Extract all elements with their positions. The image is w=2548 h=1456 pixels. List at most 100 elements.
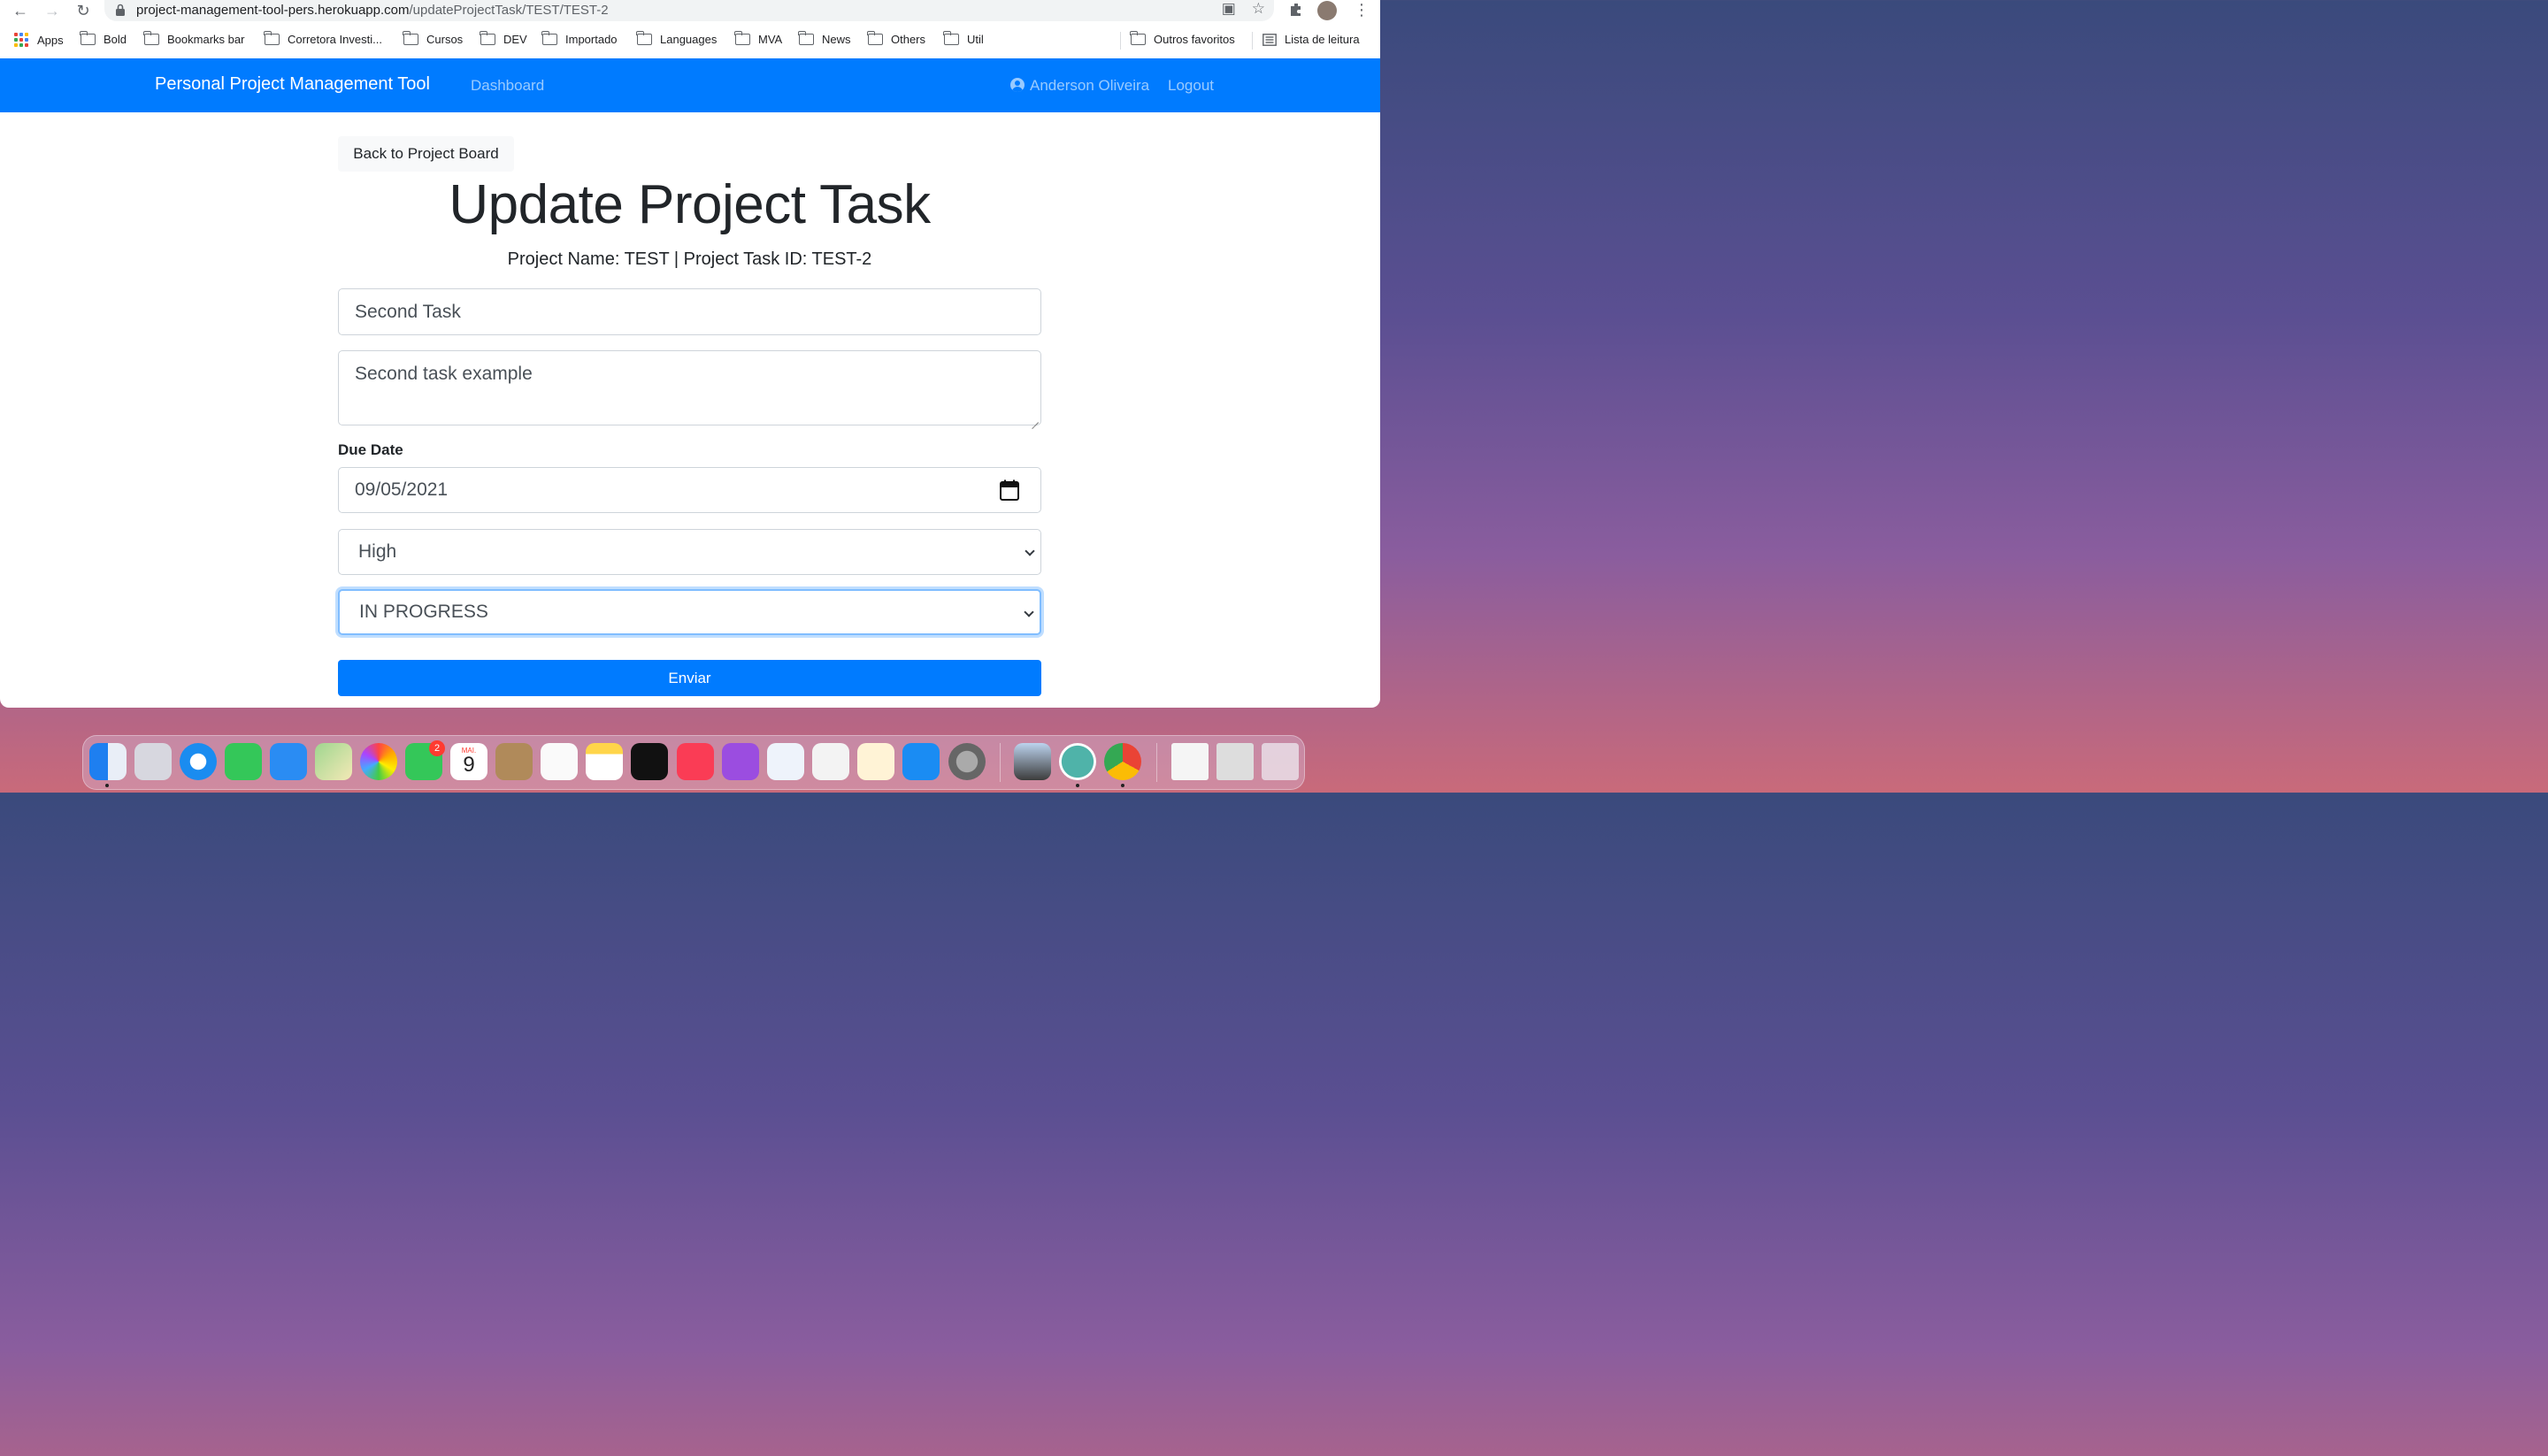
finder-icon[interactable]: [89, 743, 127, 780]
calendar-icon[interactable]: MAI. 9: [450, 743, 487, 780]
mail-icon[interactable]: [270, 743, 307, 780]
launchpad-icon[interactable]: [134, 743, 172, 780]
bookmark-folder-bookmarks-bar[interactable]: Bookmarks bar: [143, 31, 244, 46]
url-path: /updateProjectTask/TEST/TEST-2: [409, 2, 609, 18]
chevron-down-icon: [1024, 607, 1034, 617]
forward-arrow-icon[interactable]: →: [42, 1, 62, 20]
bookmark-folder-others[interactable]: Others: [867, 31, 925, 46]
trash-icon[interactable]: [1262, 743, 1299, 780]
bookmark-apps[interactable]: Apps: [14, 33, 64, 47]
bookmark-folder-bold[interactable]: Bold: [80, 31, 127, 46]
reload-icon[interactable]: ↻: [73, 1, 93, 20]
submit-button[interactable]: Enviar: [338, 660, 1041, 696]
folder-icon: [636, 31, 652, 45]
folder-icon: [1130, 31, 1146, 45]
numbers-icon[interactable]: [812, 743, 849, 780]
url-host: project-management-tool-pers.herokuapp.c…: [136, 2, 410, 18]
folder-icon: [867, 31, 883, 45]
priority-value: High: [358, 541, 397, 562]
translate-icon[interactable]: ▣: [1222, 0, 1236, 18]
chrome-icon[interactable]: [1104, 743, 1141, 780]
bookmark-folder-outros-favoritos[interactable]: Outros favoritos: [1130, 31, 1235, 46]
brand-link[interactable]: Personal Project Management Tool: [155, 74, 430, 95]
preview-icon[interactable]: [1014, 743, 1051, 780]
system-preferences-icon[interactable]: [948, 743, 986, 780]
safari-icon[interactable]: [180, 743, 217, 780]
folder-icon: [943, 31, 959, 45]
bookmark-folder-languages[interactable]: Languages: [636, 31, 717, 46]
acceptance-criteria-textarea[interactable]: Second task example: [338, 350, 1041, 425]
folder-icon: [798, 31, 814, 45]
back-arrow-icon[interactable]: ←: [11, 1, 30, 20]
lock-icon: [116, 4, 125, 16]
folder-icon: [264, 31, 280, 45]
folder-icon: [541, 31, 557, 45]
photos-icon[interactable]: [360, 743, 397, 780]
due-date-input[interactable]: 09/05/2021: [338, 467, 1041, 513]
folder-icon: [734, 31, 750, 45]
url-text: project-management-tool-pers.herokuapp.c…: [136, 3, 609, 18]
browser-toolbar: ← → ↻ project-management-tool-pers.herok…: [0, 0, 1380, 23]
reading-list[interactable]: Lista de leitura: [1262, 33, 1360, 46]
running-indicator: [105, 784, 109, 787]
bookmark-folder-news[interactable]: News: [798, 31, 851, 46]
profile-avatar[interactable]: [1317, 1, 1337, 20]
address-bar[interactable]: project-management-tool-pers.herokuapp.c…: [104, 0, 1274, 21]
folder-icon: [143, 31, 159, 45]
running-indicator: [1076, 784, 1079, 787]
page-subtitle: Project Name: TEST | Project Task ID: TE…: [507, 249, 872, 269]
dock-separator: [1156, 743, 1157, 782]
bookmark-folder-dev[interactable]: DEV: [480, 31, 527, 46]
dock-separator: [1000, 743, 1001, 782]
bookmark-folder-corretora[interactable]: Corretora Investi...: [264, 31, 382, 46]
chevron-down-icon: [1025, 546, 1035, 556]
bookmark-separator: [1120, 32, 1121, 50]
browser-window: ← → ↻ project-management-tool-pers.herok…: [0, 0, 1380, 708]
folder-icon: [80, 31, 96, 45]
music-icon[interactable]: [677, 743, 714, 780]
extensions-icon[interactable]: [1288, 2, 1304, 18]
notes-icon[interactable]: [586, 743, 623, 780]
back-to-project-board-button[interactable]: Back to Project Board: [338, 136, 514, 172]
pages-icon[interactable]: [857, 743, 894, 780]
calendar-day: 9: [463, 753, 475, 777]
vpn-icon[interactable]: [1059, 743, 1096, 780]
running-indicator: [1121, 784, 1124, 787]
summary-value: Second Task: [355, 301, 461, 322]
reminders-icon[interactable]: [541, 743, 578, 780]
apps-grid-icon: [14, 33, 28, 47]
documents-stack-icon[interactable]: [1171, 743, 1209, 780]
calendar-icon[interactable]: [1000, 479, 1019, 501]
bookmarks-bar: Apps Bold Bookmarks bar Corretora Invest…: [0, 23, 1380, 58]
keynote-icon[interactable]: [767, 743, 804, 780]
user-link[interactable]: Anderson Oliveira: [1010, 77, 1149, 95]
facetime-badge: 2: [429, 740, 445, 756]
reading-list-icon: [1262, 33, 1277, 46]
bookmark-folder-mva[interactable]: MVA: [734, 31, 782, 46]
resize-handle-icon[interactable]: [1032, 416, 1039, 423]
downloads-stack-icon[interactable]: [1216, 743, 1254, 780]
app-navbar: Personal Project Management Tool Dashboa…: [0, 58, 1380, 112]
summary-input[interactable]: Second Task: [338, 288, 1041, 335]
podcasts-icon[interactable]: [722, 743, 759, 780]
page-title: Update Project Task: [449, 174, 931, 235]
contacts-icon[interactable]: [495, 743, 533, 780]
bookmark-separator: [1252, 32, 1253, 50]
due-date-value: 09/05/2021: [355, 479, 449, 500]
tv-icon[interactable]: [631, 743, 668, 780]
status-value: IN PROGRESS: [359, 602, 488, 622]
folder-icon: [480, 31, 495, 45]
bookmark-folder-importado[interactable]: Importado: [541, 31, 618, 46]
bookmark-star-icon[interactable]: ☆: [1252, 0, 1265, 18]
dashboard-link[interactable]: Dashboard: [471, 77, 544, 95]
priority-select[interactable]: High: [338, 529, 1041, 575]
more-menu-icon[interactable]: ⋮: [1354, 1, 1370, 19]
status-select[interactable]: IN PROGRESS: [338, 589, 1041, 635]
bookmark-folder-util[interactable]: Util: [943, 31, 984, 46]
logout-link[interactable]: Logout: [1168, 77, 1214, 95]
app-store-icon[interactable]: [902, 743, 940, 780]
messages-icon[interactable]: [225, 743, 262, 780]
maps-icon[interactable]: [315, 743, 352, 780]
folder-icon: [403, 31, 418, 45]
bookmark-folder-cursos[interactable]: Cursos: [403, 31, 463, 46]
